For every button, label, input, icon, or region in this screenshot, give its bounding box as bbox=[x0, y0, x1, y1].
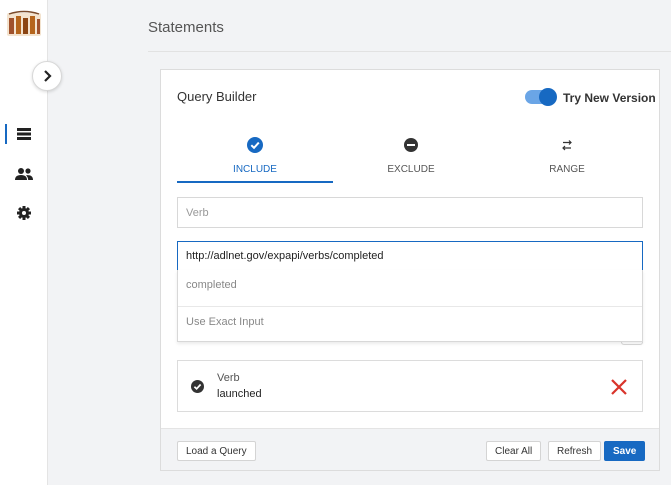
active-tab-indicator bbox=[177, 181, 333, 183]
verb-search-input[interactable] bbox=[177, 241, 643, 271]
try-new-version-toggle[interactable] bbox=[525, 88, 557, 106]
query-builder-title: Query Builder bbox=[177, 89, 257, 104]
query-condition-row: Verb launched bbox=[177, 360, 643, 412]
try-new-version-label: Try New Version bbox=[563, 91, 656, 105]
suggestion-use-exact-input[interactable]: Use Exact Input bbox=[178, 306, 642, 342]
query-builder-card: Query Builder Try New Version INCLUDE EX… bbox=[160, 69, 660, 471]
minus-circle-icon bbox=[404, 138, 418, 152]
save-button[interactable]: Save bbox=[604, 441, 646, 461]
check-circle-icon bbox=[191, 380, 204, 393]
swap-arrows-icon bbox=[562, 140, 572, 151]
condition-value: launched bbox=[217, 388, 262, 400]
app-logo[interactable] bbox=[6, 8, 42, 38]
condition-key: Verb bbox=[217, 372, 240, 384]
users-icon bbox=[15, 168, 33, 180]
check-circle-icon bbox=[247, 137, 263, 153]
gear-icon bbox=[17, 206, 31, 220]
suggestions-dropdown: completed Use Exact Input bbox=[177, 270, 643, 342]
tab-range-label: RANGE bbox=[549, 164, 585, 175]
nav-statements[interactable] bbox=[0, 120, 48, 148]
close-icon bbox=[611, 379, 627, 395]
tab-include-label: INCLUDE bbox=[233, 164, 277, 175]
tab-exclude-label: EXCLUDE bbox=[387, 164, 435, 175]
query-footer: Load a Query Clear All Refresh Save bbox=[161, 428, 659, 470]
verb-field[interactable]: Verb bbox=[177, 197, 643, 228]
chevron-right-icon bbox=[44, 70, 52, 82]
remove-condition-button[interactable] bbox=[608, 376, 630, 398]
page-title: Statements bbox=[148, 19, 224, 36]
suggestion-completed[interactable]: completed bbox=[178, 270, 642, 306]
toggle-knob bbox=[539, 88, 557, 106]
tab-include[interactable]: INCLUDE bbox=[177, 133, 333, 183]
clear-all-button[interactable]: Clear All bbox=[486, 441, 542, 461]
nav-settings[interactable] bbox=[0, 199, 48, 227]
tab-exclude[interactable]: EXCLUDE bbox=[333, 133, 489, 183]
tab-range[interactable]: RANGE bbox=[489, 133, 645, 183]
list-icon bbox=[17, 128, 31, 140]
expand-sidebar-button[interactable] bbox=[32, 61, 62, 91]
title-divider bbox=[148, 51, 671, 52]
nav-users[interactable] bbox=[0, 160, 48, 188]
load-query-button[interactable]: Load a Query bbox=[177, 441, 256, 461]
refresh-button[interactable]: Refresh bbox=[548, 441, 602, 461]
